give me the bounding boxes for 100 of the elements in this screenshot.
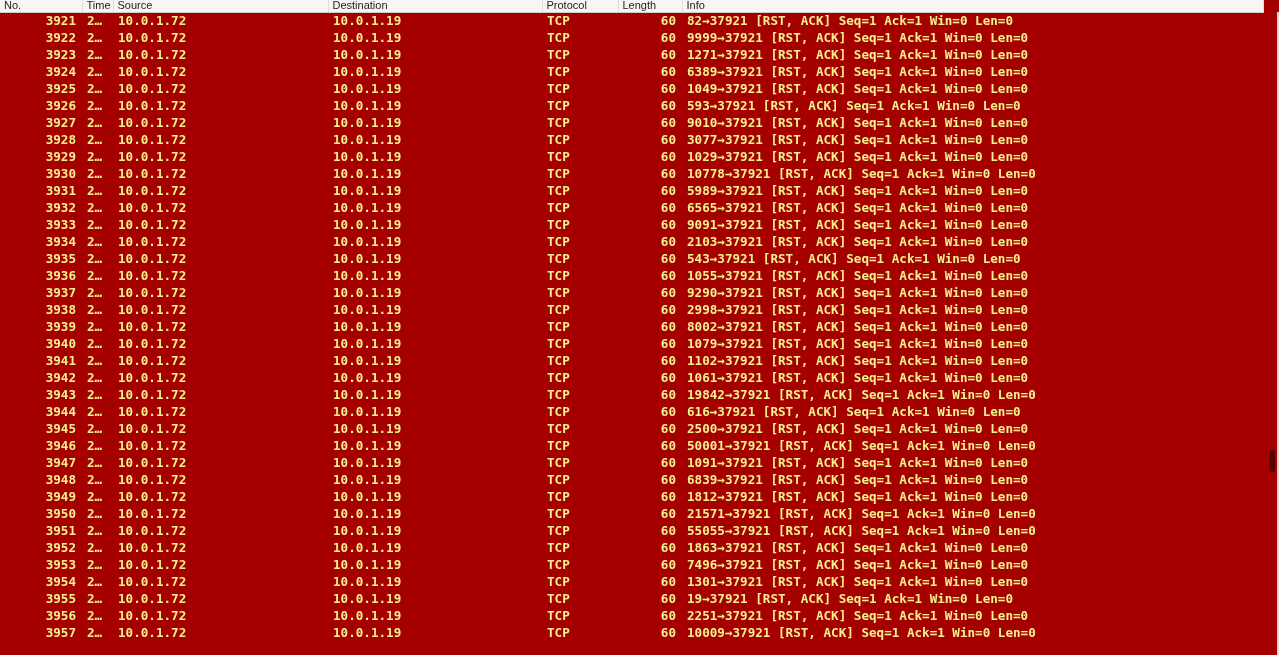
table-cell-text: 3945 <box>44 420 77 437</box>
table-cell-text: 10.0.1.72 <box>117 556 188 573</box>
table-cell-text: 10.0.1.19 <box>332 420 403 437</box>
table-cell-text: 2… <box>86 522 104 539</box>
table-cell-text: TCP <box>546 80 571 97</box>
table-cell-text: TCP <box>546 63 571 80</box>
table-cell-text: 60 <box>659 131 677 148</box>
table-cell-text: 60 <box>659 454 677 471</box>
table-cell-text: 60 <box>659 267 677 284</box>
table-cell-text: 543→37921 [RST, ACK] Seq=1 Ack=1 Win=0 Len=0 <box>686 250 1022 267</box>
table-cell-text: 3947 <box>44 454 77 471</box>
table-cell-text: 2… <box>86 46 104 63</box>
table-cell: 10.0.1.72 <box>113 12 328 29</box>
table-cell-text: 60 <box>659 301 677 318</box>
table-cell-text: 2… <box>86 437 104 454</box>
table-cell-text: 10.0.1.72 <box>117 63 188 80</box>
column-header[interactable]: Length <box>618 0 682 12</box>
table-cell-text: 10.0.1.19 <box>332 454 403 471</box>
table-cell-text: 3941 <box>44 352 77 369</box>
table-cell: 60 <box>618 12 682 29</box>
table-cell-text: 1091→37921 [RST, ACK] Seq=1 Ack=1 Win=0 Len=0 <box>686 454 1030 471</box>
table-cell-text: TCP <box>546 301 571 318</box>
table-cell-text: TCP <box>546 369 571 386</box>
table-cell-text: 10.0.1.72 <box>117 199 188 216</box>
table-cell-text: 2… <box>86 539 104 556</box>
column-header[interactable]: Info <box>682 0 1264 12</box>
column-header[interactable]: Time <box>82 0 113 12</box>
column-header[interactable]: No. <box>0 0 82 12</box>
table-cell-text: 2… <box>86 301 104 318</box>
table-cell-text: 10.0.1.19 <box>332 573 403 590</box>
table-cell-text: 2… <box>86 369 104 386</box>
table-cell-text: 10.0.1.72 <box>117 148 188 165</box>
table-cell-text: 10.0.1.72 <box>117 318 188 335</box>
table-cell-text: 10.0.1.72 <box>117 505 188 522</box>
table-cell-text: 2… <box>86 250 104 267</box>
table-cell-text: TCP <box>546 335 571 352</box>
table-cell-text: 2… <box>86 590 104 607</box>
table-cell-text: 2… <box>86 471 104 488</box>
table-cell-text: 60 <box>659 522 677 539</box>
table-cell-text: 3943 <box>44 386 77 403</box>
table-cell-text: 10.0.1.19 <box>332 590 403 607</box>
table-cell-text: 10.0.1.19 <box>332 369 403 386</box>
table-cell-text: 2… <box>86 607 104 624</box>
table-cell-text: TCP <box>546 573 571 590</box>
table-cell-text: 10.0.1.72 <box>117 335 188 352</box>
table-cell-text: 3948 <box>44 471 77 488</box>
table-cell-text: TCP <box>546 437 571 454</box>
table-cell-text: TCP <box>546 420 571 437</box>
table-cell-text: 10.0.1.72 <box>117 539 188 556</box>
table-cell-text: 2… <box>86 488 104 505</box>
table-cell-text: TCP <box>546 97 571 114</box>
table-cell-text: 2… <box>86 454 104 471</box>
column-header[interactable]: Protocol <box>542 0 618 12</box>
table-cell-text: 2… <box>86 114 104 131</box>
column-header[interactable]: Destination <box>328 0 542 12</box>
table-cell-text: 10.0.1.72 <box>117 369 188 386</box>
table-cell-text: 10.0.1.72 <box>117 97 188 114</box>
table-cell-text: 2… <box>86 267 104 284</box>
table-cell-text: 2… <box>86 284 104 301</box>
table-cell-text: 10.0.1.72 <box>117 182 188 199</box>
table-cell-text: 9010→37921 [RST, ACK] Seq=1 Ack=1 Win=0 Len=0 <box>686 114 1030 131</box>
table-cell-text: 10.0.1.72 <box>117 522 188 539</box>
table-cell-text: 10.0.1.72 <box>117 267 188 284</box>
table-cell-text: 60 <box>659 505 677 522</box>
table-cell-text: 1812→37921 [RST, ACK] Seq=1 Ack=1 Win=0 Len=0 <box>686 488 1030 505</box>
table-cell-text: 60 <box>659 369 677 386</box>
table-cell-text: 10.0.1.72 <box>117 165 188 182</box>
column-header[interactable]: Source <box>113 0 328 12</box>
table-cell-text: 2… <box>86 148 104 165</box>
table-cell-text: 50001→37921 [RST, ACK] Seq=1 Ack=1 Win=0 Len=0 <box>686 437 1037 454</box>
table-cell-text: 10.0.1.72 <box>117 80 188 97</box>
table-cell-text: 10.0.1.19 <box>332 165 403 182</box>
table-cell-text: 10.0.1.72 <box>117 607 188 624</box>
table-cell-text: 3955 <box>44 590 77 607</box>
table-cell-text: 3957 <box>44 624 77 641</box>
table-cell-text: 2… <box>86 318 104 335</box>
table-cell-text: 8002→37921 [RST, ACK] Seq=1 Ack=1 Win=0 Len=0 <box>686 318 1030 335</box>
scrollbar-thumb[interactable] <box>1269 450 1275 472</box>
table-cell-text: 10.0.1.19 <box>332 131 403 148</box>
table-cell-text: 3930 <box>44 165 77 182</box>
table-cell-text: 60 <box>659 471 677 488</box>
table-cell-text: TCP <box>546 46 571 63</box>
table-cell-text: 6389→37921 [RST, ACK] Seq=1 Ack=1 Win=0 Len=0 <box>686 63 1030 80</box>
table-cell: 3921 <box>0 12 82 29</box>
table-cell-text: 19→37921 [RST, ACK] Seq=1 Ack=1 Win=0 Len=0 <box>686 590 1015 607</box>
table-cell-text: 1061→37921 [RST, ACK] Seq=1 Ack=1 Win=0 Len=0 <box>686 369 1030 386</box>
table-cell-text: 3934 <box>44 233 77 250</box>
table-cell-text: 60 <box>659 590 677 607</box>
table-cell-text: 21571→37921 [RST, ACK] Seq=1 Ack=1 Win=0 Len=0 <box>686 505 1037 522</box>
table-cell-text: 3949 <box>44 488 77 505</box>
table-cell-text: 10.0.1.72 <box>117 386 188 403</box>
table-cell-text: 10.0.1.72 <box>117 216 188 233</box>
table-cell-text: 60 <box>659 437 677 454</box>
table-cell-text: 1102→37921 [RST, ACK] Seq=1 Ack=1 Win=0 Len=0 <box>686 352 1030 369</box>
table-cell-text: 3923 <box>44 46 77 63</box>
table-cell-text: 616→37921 [RST, ACK] Seq=1 Ack=1 Win=0 Len=0 <box>686 403 1022 420</box>
table-cell-text: 60 <box>659 63 677 80</box>
table-cell-text: TCP <box>546 250 571 267</box>
table-cell-text: TCP <box>546 471 571 488</box>
table-cell-text: TCP <box>546 539 571 556</box>
